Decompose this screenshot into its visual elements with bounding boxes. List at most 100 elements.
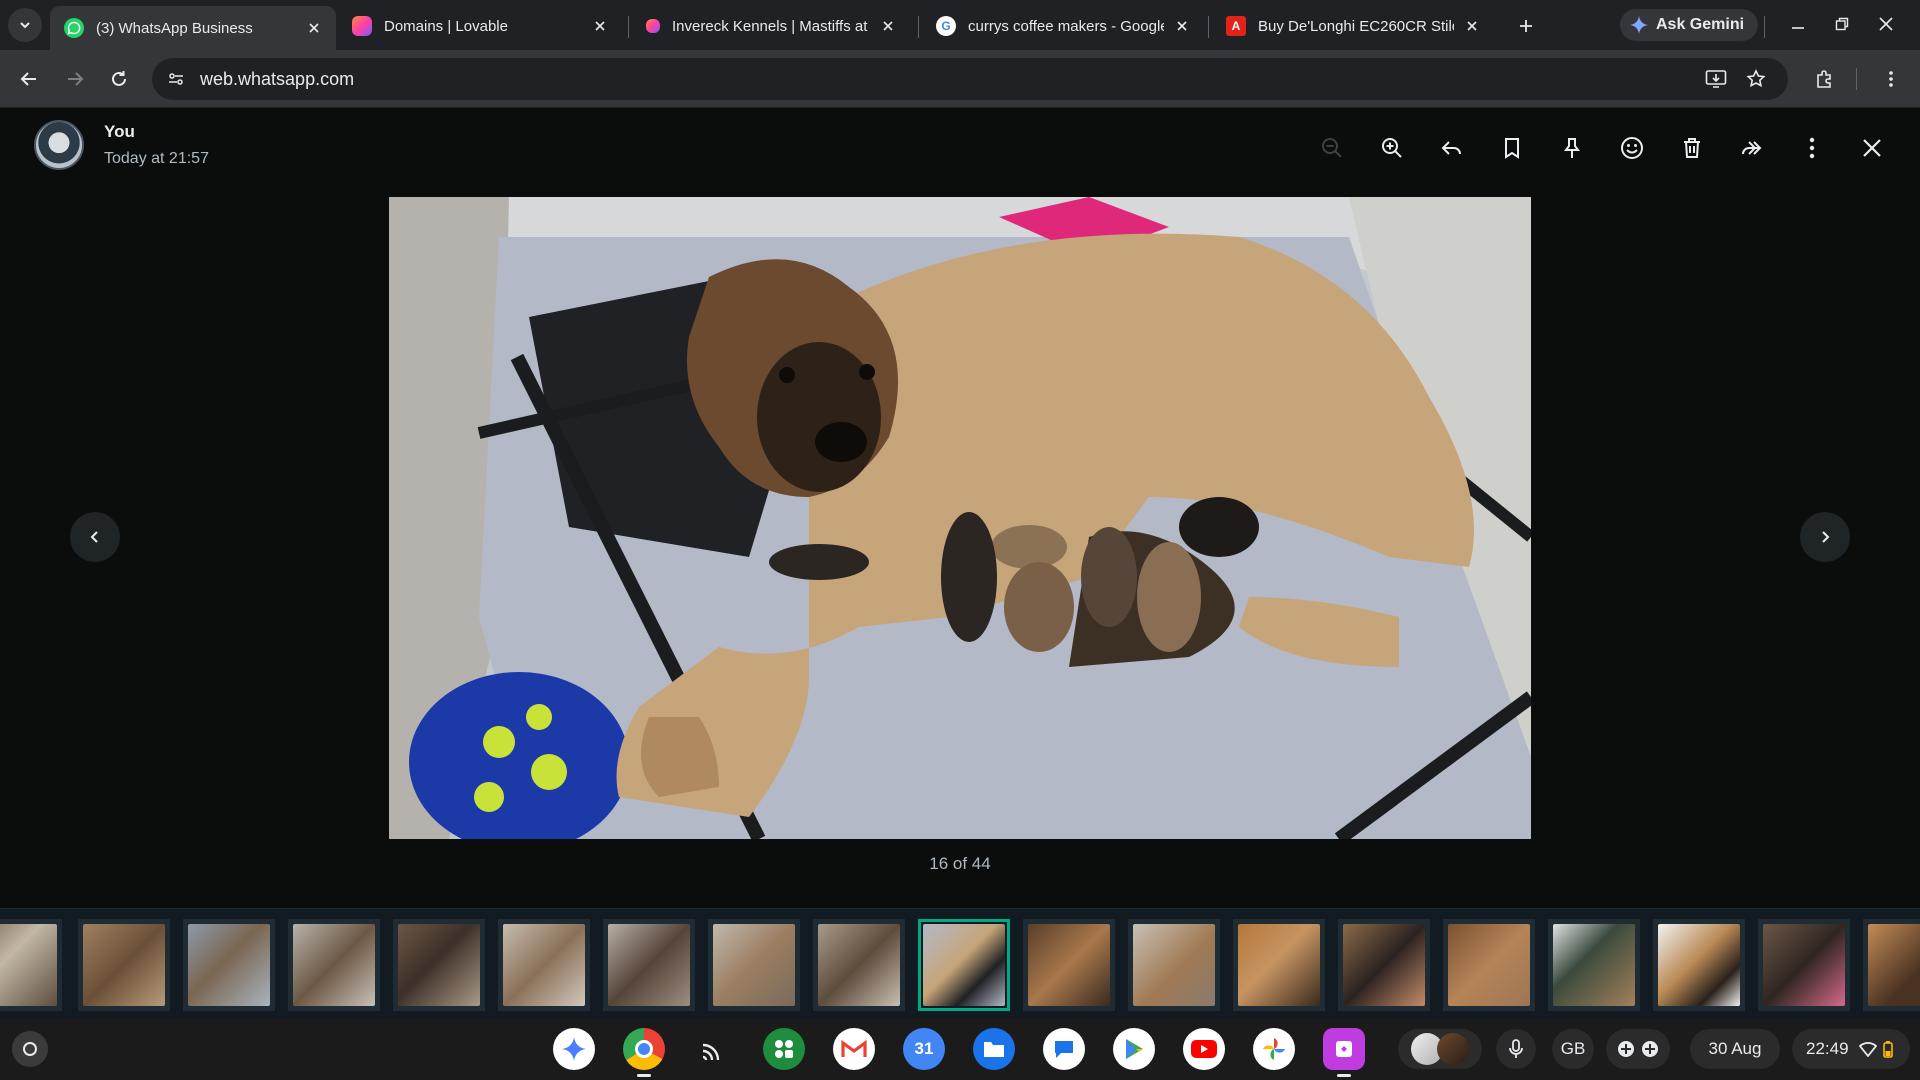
whatsapp-icon xyxy=(64,18,84,38)
tab-invereck-kennels[interactable]: Invereck Kennels | Mastiffs at t xyxy=(632,6,910,46)
ask-gemini-button[interactable]: Ask Gemini xyxy=(1620,9,1759,41)
close-tab-icon[interactable] xyxy=(1172,16,1192,36)
chrome-icon xyxy=(635,1040,653,1058)
next-media-button[interactable] xyxy=(1800,512,1850,562)
thumbnail[interactable] xyxy=(1758,919,1850,1011)
delete-icon xyxy=(1684,138,1700,158)
calendar-app[interactable]: 31 xyxy=(903,1028,945,1070)
minimize-button[interactable] xyxy=(1784,10,1812,38)
thumbnail[interactable] xyxy=(1653,919,1745,1011)
thumbnail[interactable] xyxy=(393,919,485,1011)
back-button[interactable] xyxy=(14,64,44,94)
thumbnail-image xyxy=(1343,924,1425,1006)
thumbnail[interactable] xyxy=(1023,919,1115,1011)
media-menu-button[interactable] xyxy=(1794,130,1830,166)
forward-button[interactable] xyxy=(60,64,90,94)
thumbnail[interactable] xyxy=(288,919,380,1011)
play-store-app[interactable] xyxy=(1113,1028,1155,1070)
thumbnail-image xyxy=(1553,924,1635,1006)
calendar-day: 31 xyxy=(914,1039,934,1058)
thumbnail[interactable] xyxy=(1233,919,1325,1011)
pin-button[interactable] xyxy=(1554,130,1590,166)
thumbnail[interactable] xyxy=(1548,919,1640,1011)
quick-actions-pod[interactable] xyxy=(1606,1029,1670,1069)
thumbnail[interactable] xyxy=(603,919,695,1011)
input-method-button[interactable]: GB xyxy=(1552,1029,1594,1069)
gmail-icon xyxy=(841,1039,867,1057)
launcher-button[interactable] xyxy=(12,1031,48,1067)
zoom-out-button[interactable] xyxy=(1314,130,1350,166)
close-tab-icon[interactable] xyxy=(304,18,324,38)
tab-search-button[interactable] xyxy=(8,8,42,42)
install-app-icon[interactable] xyxy=(1704,67,1728,91)
tab-delonghi[interactable]: A Buy De'Longhi EC260CR Stilos xyxy=(1212,6,1494,46)
close-tab-icon[interactable] xyxy=(590,16,610,36)
thumbnail[interactable] xyxy=(0,919,62,1011)
thumbnail-image xyxy=(713,924,795,1006)
delete-button[interactable] xyxy=(1674,130,1710,166)
date-tray[interactable]: 30 Aug xyxy=(1690,1029,1780,1069)
media-photo[interactable] xyxy=(389,197,1531,839)
dictation-button[interactable] xyxy=(1496,1029,1536,1069)
thumbnail[interactable] xyxy=(813,919,905,1011)
browser-menu-button[interactable] xyxy=(1876,64,1906,94)
restore-button[interactable] xyxy=(1828,10,1856,38)
status-tray[interactable]: 22:49 xyxy=(1792,1029,1910,1069)
cast-app[interactable] xyxy=(693,1028,735,1070)
new-tab-button[interactable] xyxy=(1512,12,1540,40)
lovable-icon xyxy=(646,19,660,33)
tab-lovable-domains[interactable]: Domains | Lovable xyxy=(338,6,622,46)
thumbnail[interactable] xyxy=(1863,919,1920,1011)
thumbnail[interactable] xyxy=(1338,919,1430,1011)
more-icon xyxy=(1809,137,1815,159)
canvas-app[interactable] xyxy=(1323,1028,1365,1077)
thumbnail[interactable] xyxy=(498,919,590,1011)
os-shelf: 31 GB 30 Aug 22:49 xyxy=(0,1018,1920,1080)
tab-title: Domains | Lovable xyxy=(384,17,508,35)
star-message-button[interactable] xyxy=(1494,130,1530,166)
close-viewer-button[interactable] xyxy=(1854,130,1890,166)
chrome-app[interactable] xyxy=(623,1028,665,1077)
photos-app[interactable] xyxy=(1253,1028,1295,1070)
address-bar[interactable]: web.whatsapp.com xyxy=(152,58,1788,100)
thumbnail[interactable] xyxy=(1443,919,1535,1011)
thumbnail[interactable] xyxy=(708,919,800,1011)
reload-button[interactable] xyxy=(104,64,134,94)
tab-whatsapp[interactable]: (3) WhatsApp Business xyxy=(50,6,336,50)
thumbnail[interactable] xyxy=(183,919,275,1011)
apps-app[interactable] xyxy=(763,1028,805,1070)
zoom-in-button[interactable] xyxy=(1374,130,1410,166)
thumbnail[interactable] xyxy=(1128,919,1220,1011)
holding-space-pod[interactable] xyxy=(1398,1029,1482,1069)
cast-icon xyxy=(702,1043,720,1061)
battery-icon xyxy=(1882,1041,1893,1058)
apps-icon xyxy=(775,1040,793,1058)
time-label: 22:49 xyxy=(1806,1039,1849,1058)
url-text: web.whatsapp.com xyxy=(200,68,355,89)
thumbnail-strip xyxy=(0,908,1920,1018)
reply-button[interactable] xyxy=(1434,130,1470,166)
youtube-app[interactable] xyxy=(1183,1028,1225,1070)
lovable-icon xyxy=(352,16,372,36)
gemini-app[interactable] xyxy=(553,1028,595,1070)
close-tab-icon[interactable] xyxy=(878,16,898,36)
thumbnail[interactable] xyxy=(78,919,170,1011)
thumbnail-image xyxy=(188,924,270,1006)
files-app[interactable] xyxy=(973,1028,1015,1070)
previous-media-button[interactable] xyxy=(70,512,120,562)
tab-google-search[interactable]: G currys coffee makers - Google xyxy=(922,6,1204,46)
gmail-app[interactable] xyxy=(833,1028,875,1070)
thumbnail-image xyxy=(1028,924,1110,1006)
forward-button[interactable] xyxy=(1734,130,1770,166)
react-button[interactable] xyxy=(1614,130,1650,166)
site-info-icon[interactable] xyxy=(158,70,194,88)
thumbnail-image xyxy=(1238,924,1320,1006)
region-label: GB xyxy=(1560,1039,1586,1058)
messages-app[interactable] xyxy=(1043,1028,1085,1070)
avatar[interactable] xyxy=(34,120,84,170)
extensions-button[interactable] xyxy=(1810,64,1840,94)
thumbnail-selected[interactable] xyxy=(918,919,1010,1011)
close-tab-icon[interactable] xyxy=(1462,16,1482,36)
bookmark-star-icon[interactable] xyxy=(1744,67,1768,91)
close-window-button[interactable] xyxy=(1872,10,1900,38)
